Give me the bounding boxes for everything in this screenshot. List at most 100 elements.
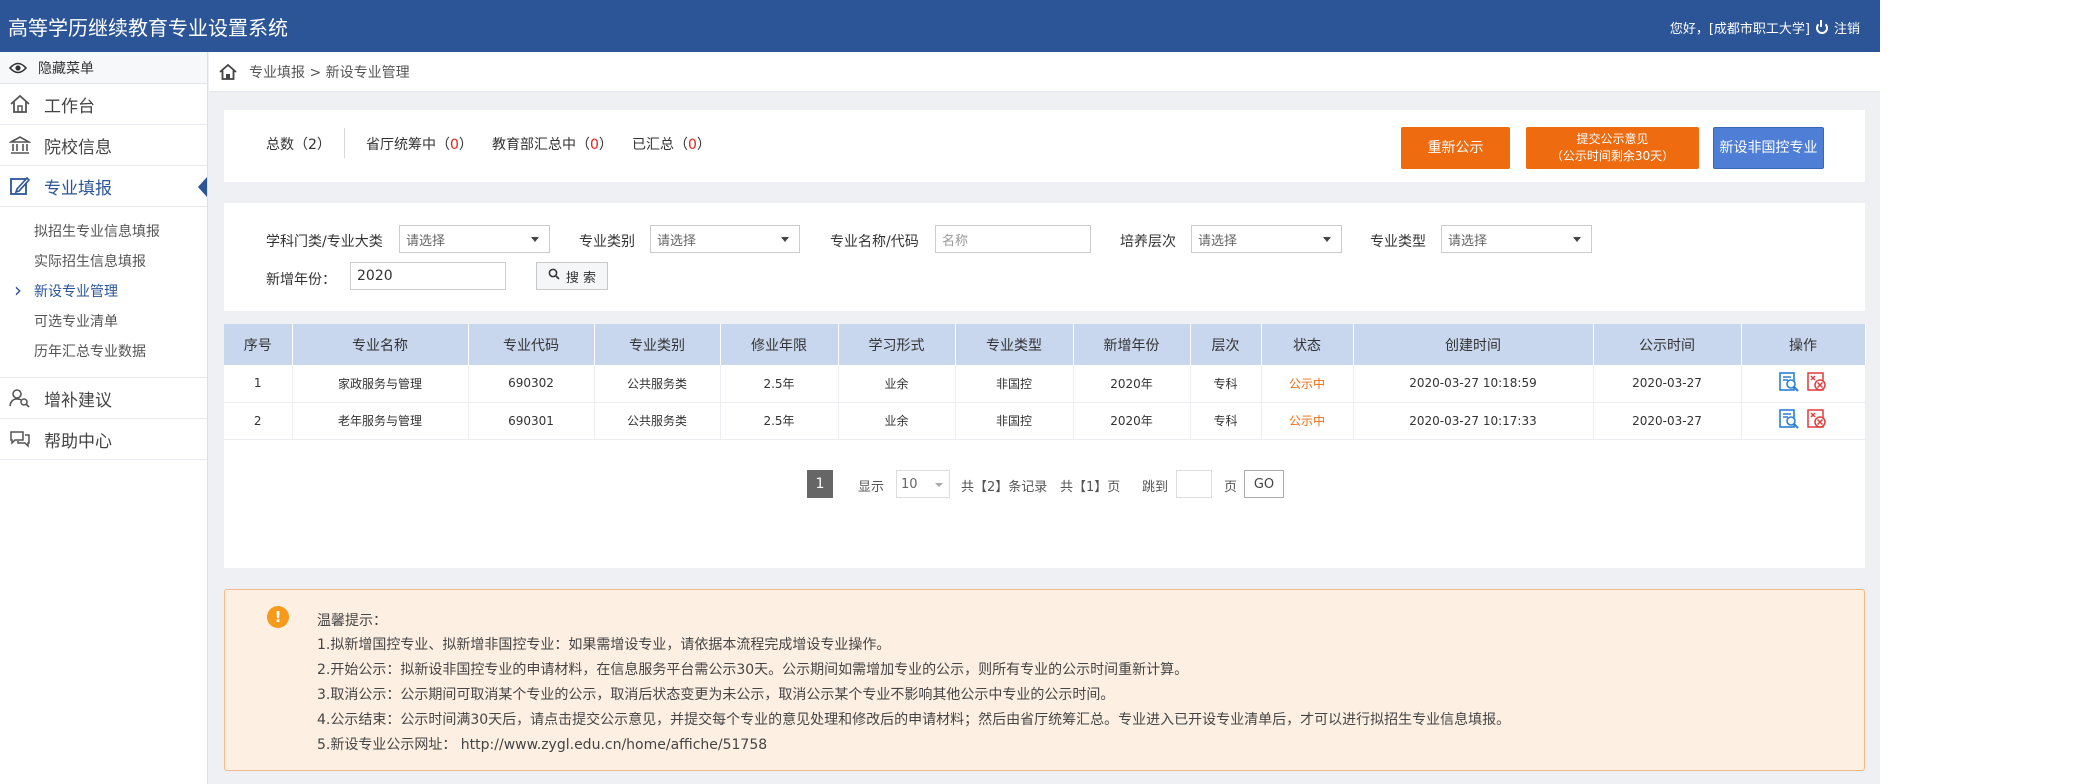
go-button[interactable]: GO <box>1244 470 1284 498</box>
sidebar-item-major-filing[interactable]: 专业填报 <box>0 166 207 207</box>
logout-link[interactable]: 注销 <box>1834 18 1860 37</box>
tip-line: 5.新设专业公示网址： http://www.zygl.edu.cn/home/… <box>317 737 768 753</box>
submit-opinion-label: 提交公示意见 <box>1576 132 1649 146</box>
cell-study-form: 业余 <box>838 365 956 403</box>
view-details-icon[interactable] <box>1778 408 1800 433</box>
column-header: 公示时间 <box>1593 324 1742 365</box>
major-name-label: 专业名称/代码 <box>830 234 919 250</box>
table-row: 1 家政服务与管理 690302 公共服务类 2.5年 业余 非国控 2020年… <box>224 365 1866 403</box>
pagination: 1 显示 10 共【2】条记录 共【1】页 跳到 页 GO <box>224 470 1865 500</box>
column-header: 专业名称 <box>292 324 469 365</box>
stat-moe[interactable]: 教育部汇总中（0） <box>492 134 613 154</box>
sidebar-item-school-info[interactable]: 院校信息 <box>0 125 207 166</box>
table-row: 2 老年服务与管理 690301 公共服务类 2.5年 业余 非国控 2020年… <box>224 402 1866 440</box>
republish-button[interactable]: 重新公示 <box>1401 127 1510 169</box>
cell-publish-time: 2020-03-27 <box>1593 402 1742 440</box>
major-type-label: 专业类型 <box>1370 234 1426 250</box>
sidebar-item-help[interactable]: 帮助中心 <box>0 419 207 460</box>
jump-page-input[interactable] <box>1176 470 1212 498</box>
view-details-icon[interactable] <box>1778 371 1800 396</box>
cell-index: 2 <box>224 402 293 440</box>
stat-summarized-label: 已汇总（ <box>632 137 688 153</box>
home-icon <box>8 92 32 116</box>
edit-icon <box>8 174 32 198</box>
cell-created-time: 2020-03-27 10:18:59 <box>1353 365 1594 403</box>
home-icon[interactable] <box>219 63 237 80</box>
submit-opinion-button[interactable]: 提交公示意见 （公示时间剩余30天） <box>1526 127 1699 169</box>
sidebar-item-label: 工作台 <box>44 96 95 117</box>
stat-moe-label: 教育部汇总中（ <box>492 137 590 153</box>
column-header: 专业类别 <box>594 324 721 365</box>
year-label: 新增年份： <box>266 272 336 288</box>
column-header: 专业代码 <box>468 324 595 365</box>
sidebar-submenu: 拟招生专业信息填报 实际招生信息填报 新设专业管理 可选专业清单 历年汇总专业数… <box>0 207 207 378</box>
search-button[interactable]: 搜 索 <box>536 262 608 290</box>
major-type-select[interactable]: 请选择 <box>1441 225 1592 253</box>
stat-total[interactable]: 总数（2） <box>266 134 331 154</box>
year-input[interactable]: 2020 <box>350 262 506 290</box>
tip-line: 3.取消公示：公示期间可取消某个专业的公示，取消后状态变更为未公示，取消公示某个… <box>317 687 1115 703</box>
sidebar-subitem-actual-enrollment[interactable]: 实际招生信息填报 <box>0 247 207 277</box>
sidebar-subitem-enrollment-plan[interactable]: 拟招生专业信息填报 <box>0 217 207 247</box>
sidebar-subitem-optional-list[interactable]: 可选专业清单 <box>0 307 207 337</box>
sidebar-item-workbench[interactable]: 工作台 <box>0 84 207 125</box>
cell-level: 专科 <box>1190 365 1262 403</box>
column-header: 操作 <box>1741 324 1866 365</box>
stat-province-label: 省厅统筹中（ <box>366 137 450 153</box>
cell-major-name: 家政服务与管理 <box>292 365 469 403</box>
tip-line: 2.开始公示：拟新设非国控专业的申请材料，在信息服务平台需公示30天。公示期间如… <box>317 662 1189 678</box>
filter-panel: 学科门类/专业大类 请选择 专业类别 请选择 专业名称/代码 名称 培养层次 请… <box>224 203 1865 311</box>
cell-duration: 2.5年 <box>720 402 839 440</box>
sidebar-subitem-history-data[interactable]: 历年汇总专业数据 <box>0 337 207 367</box>
stat-province-end: ） <box>458 137 473 153</box>
stat-summarized[interactable]: 已汇总（0） <box>632 134 711 154</box>
column-header: 序号 <box>224 324 293 365</box>
discipline-select[interactable]: 请选择 <box>399 225 550 253</box>
page-size-label: 显示 <box>858 480 885 495</box>
cell-created-time: 2020-03-27 10:17:33 <box>1353 402 1594 440</box>
column-header: 新增年份 <box>1073 324 1191 365</box>
stat-summarized-end: ） <box>696 137 711 153</box>
power-icon[interactable] <box>1815 19 1828 34</box>
cell-actions <box>1741 365 1866 403</box>
warning-icon: ! <box>267 606 289 628</box>
stat-province[interactable]: 省厅统筹中（0） <box>366 134 473 154</box>
cell-major-name: 老年服务与管理 <box>292 402 469 440</box>
cell-publish-time: 2020-03-27 <box>1593 365 1742 403</box>
cell-status: 公示中 <box>1261 365 1354 403</box>
discipline-label: 学科门类/专业大类 <box>266 234 383 250</box>
major-name-input[interactable]: 名称 <box>935 225 1091 253</box>
top-header: 高等学历继续教育专业设置系统 您好，[成都市职工大学] 注销 <box>0 0 1880 52</box>
sidebar-item-suggestions[interactable]: 增补建议 <box>0 378 207 419</box>
cell-status: 公示中 <box>1261 402 1354 440</box>
new-non-state-major-button[interactable]: 新设非国控专业 <box>1713 127 1824 169</box>
stat-total-label: 总数（ <box>266 137 308 153</box>
table-panel: 序号 专业名称 专业代码 专业类别 修业年限 学习形式 专业类型 新增年份 层次… <box>224 324 1866 568</box>
cancel-publish-icon[interactable] <box>1806 371 1828 396</box>
page-size-select[interactable]: 10 <box>896 470 950 498</box>
page-number-current[interactable]: 1 <box>807 470 833 498</box>
table-header-row: 序号 专业名称 专业代码 专业类别 修业年限 学习形式 专业类型 新增年份 层次… <box>224 324 1866 365</box>
stat-moe-end: ） <box>598 137 613 153</box>
tip-line: 1.拟新增国控专业、拟新增非国控专业：如果需增设专业，请依据本流程完成增设专业操… <box>317 637 891 653</box>
user-area: 您好，[成都市职工大学] 注销 <box>1670 18 1860 37</box>
cell-major-type: 非国控 <box>955 365 1074 403</box>
cell-year: 2020年 <box>1073 365 1191 403</box>
stat-total-end: ） <box>316 137 331 153</box>
hide-menu-toggle[interactable]: 隐藏菜单 <box>0 52 207 84</box>
column-header: 状态 <box>1261 324 1354 365</box>
sidebar-subitem-new-major[interactable]: 新设专业管理 <box>0 275 207 307</box>
cell-category: 公共服务类 <box>594 402 721 440</box>
column-header: 专业类型 <box>955 324 1074 365</box>
stats-panel: 总数（2） 省厅统筹中（0） 教育部汇总中（0） 已汇总（0） 重新公示 提交公… <box>224 110 1865 182</box>
total-records: 共【2】条记录 <box>961 480 1048 495</box>
sidebar-item-label: 增补建议 <box>44 390 112 411</box>
level-select[interactable]: 请选择 <box>1191 225 1342 253</box>
cell-major-code: 690302 <box>468 365 595 403</box>
category-select[interactable]: 请选择 <box>650 225 800 253</box>
user-greeting: 您好，[成都市职工大学] <box>1669 22 1810 37</box>
cancel-publish-icon[interactable] <box>1806 408 1828 433</box>
tips-panel: ! 温馨提示： 1.拟新增国控专业、拟新增非国控专业：如果需增设专业，请依据本流… <box>224 589 1865 771</box>
category-label: 专业类别 <box>579 234 635 250</box>
sidebar-item-label: 帮助中心 <box>44 431 112 452</box>
